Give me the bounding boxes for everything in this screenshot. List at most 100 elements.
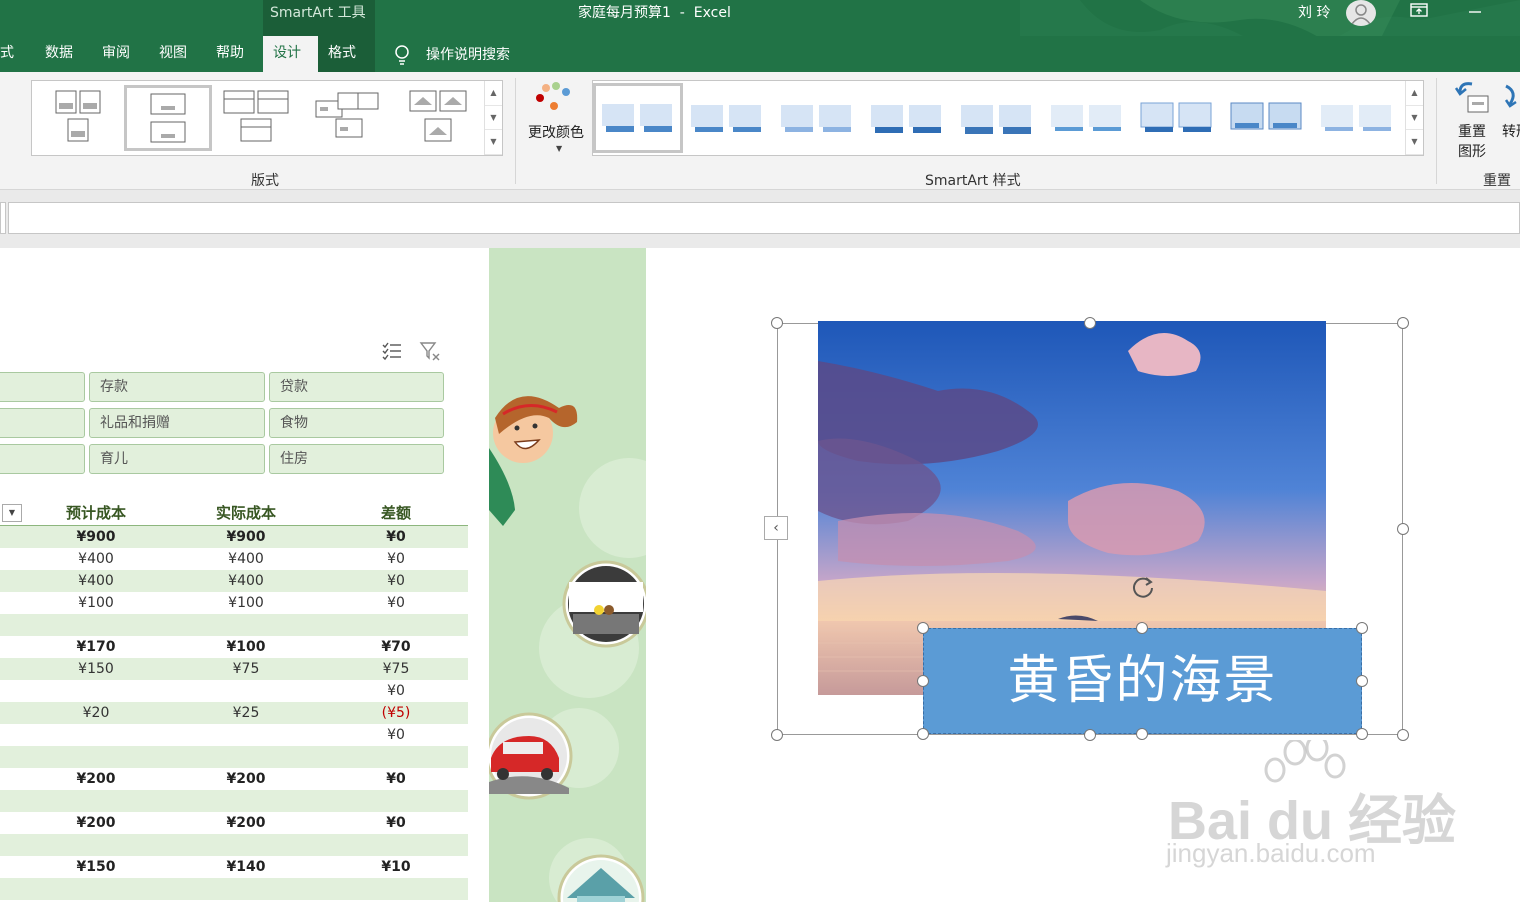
resize-handle[interactable] xyxy=(771,317,783,329)
cell-actual-cost[interactable]: ¥400 xyxy=(171,548,321,570)
cell-difference[interactable] xyxy=(321,746,471,768)
cell-estimated-cost[interactable] xyxy=(21,680,171,702)
rotate-handle-icon[interactable] xyxy=(1130,574,1156,600)
reset-graphic-button[interactable] xyxy=(1452,78,1492,122)
cell-estimated-cost[interactable]: ¥170 xyxy=(21,636,171,658)
slicer-item-housing[interactable]: 住房 xyxy=(269,444,444,474)
slicer-item-7[interactable] xyxy=(0,444,85,474)
style-thumbnail-7[interactable] xyxy=(1139,85,1219,151)
table-row[interactable] xyxy=(0,746,468,768)
cell-actual-cost[interactable]: ¥900 xyxy=(171,526,321,548)
table-row[interactable] xyxy=(0,790,468,812)
smartart-styles-gallery[interactable]: ▲ ▼ ▼ xyxy=(592,80,1424,156)
styles-gallery-scroll[interactable]: ▲ ▼ ▼ xyxy=(1405,81,1423,155)
layout-thumbnail-5[interactable] xyxy=(406,85,472,151)
shape-resize-handle[interactable] xyxy=(917,728,929,740)
cell-estimated-cost[interactable]: ¥150 xyxy=(21,658,171,680)
style-thumbnail-2[interactable] xyxy=(689,85,769,151)
tab-view[interactable]: 视图 xyxy=(149,36,197,72)
layout-thumbnail-1[interactable] xyxy=(50,85,106,151)
user-name[interactable]: 刘 玲 xyxy=(1298,2,1330,22)
cell-actual-cost[interactable] xyxy=(171,680,321,702)
cell-actual-cost[interactable]: ¥200 xyxy=(171,768,321,790)
resize-handle[interactable] xyxy=(1397,523,1409,535)
cell-actual-cost[interactable] xyxy=(171,746,321,768)
layout-thumbnail-4[interactable] xyxy=(314,85,384,151)
cell-estimated-cost[interactable]: ¥200 xyxy=(21,768,171,790)
scroll-down-icon[interactable]: ▼ xyxy=(1406,106,1423,131)
cell-actual-cost[interactable] xyxy=(171,614,321,636)
cell-actual-cost[interactable]: ¥140 xyxy=(171,856,321,878)
cell-difference[interactable]: ¥0 xyxy=(321,526,471,548)
cell-difference[interactable] xyxy=(321,878,471,900)
layouts-gallery[interactable]: ▲ ▼ ▼ xyxy=(31,80,503,156)
cell-difference[interactable]: ¥75 xyxy=(321,658,471,680)
style-thumbnail-8[interactable] xyxy=(1229,85,1309,151)
cell-estimated-cost[interactable] xyxy=(21,614,171,636)
shape-resize-handle[interactable] xyxy=(1356,622,1368,634)
cell-estimated-cost[interactable]: ¥400 xyxy=(21,570,171,592)
tab-design[interactable]: 设计 xyxy=(263,36,318,72)
cell-difference[interactable]: ¥0 xyxy=(321,680,471,702)
cell-difference[interactable]: ¥0 xyxy=(321,570,471,592)
cell-actual-cost[interactable] xyxy=(171,878,321,900)
cell-difference[interactable]: ¥0 xyxy=(321,768,471,790)
style-thumbnail-1-selected[interactable] xyxy=(593,83,683,153)
shape-resize-handle[interactable] xyxy=(1136,728,1148,740)
slicer-item-loans[interactable]: 贷款 xyxy=(269,372,444,402)
tab-review[interactable]: 审阅 xyxy=(92,36,140,72)
clear-filter-icon[interactable] xyxy=(419,340,441,362)
scroll-up-icon[interactable]: ▲ xyxy=(485,81,502,106)
convert-icon[interactable] xyxy=(1502,82,1520,122)
cell-difference[interactable] xyxy=(321,790,471,812)
layout-thumbnail-3[interactable] xyxy=(222,85,292,151)
scroll-up-icon[interactable]: ▲ xyxy=(1406,81,1423,106)
cell-actual-cost[interactable] xyxy=(171,834,321,856)
cell-estimated-cost[interactable]: ¥400 xyxy=(21,548,171,570)
change-colors-dropdown-icon[interactable]: ▼ xyxy=(556,144,562,153)
cell-actual-cost[interactable]: ¥400 xyxy=(171,570,321,592)
layout-thumbnail-2-selected[interactable] xyxy=(124,85,212,151)
cell-difference[interactable]: ¥0 xyxy=(321,724,471,746)
cell-estimated-cost[interactable]: ¥150 xyxy=(21,856,171,878)
worksheet[interactable]: 存款 贷款 礼品和捐赠 食物 育儿 住房 ▼ 预计成本 实际成本 差额 ¥900… xyxy=(0,248,1520,902)
formula-bar-input[interactable] xyxy=(8,202,1520,234)
slicer-item-1[interactable] xyxy=(0,372,85,402)
shape-resize-handle[interactable] xyxy=(917,675,929,687)
table-row[interactable]: ¥20 ¥25 (¥5) xyxy=(0,702,468,724)
header-estimated-cost[interactable]: 预计成本 xyxy=(21,502,171,523)
cell-estimated-cost[interactable] xyxy=(21,746,171,768)
cell-estimated-cost[interactable]: ¥200 xyxy=(21,812,171,834)
multi-select-icon[interactable] xyxy=(381,340,403,362)
text-pane-toggle-icon[interactable]: ‹ xyxy=(764,516,788,540)
more-icon[interactable]: ▼ xyxy=(1406,130,1423,155)
style-thumbnail-4[interactable] xyxy=(869,85,949,151)
resize-handle[interactable] xyxy=(771,729,783,741)
tab-format[interactable]: 格式 xyxy=(318,36,375,72)
minimize-icon[interactable] xyxy=(1460,2,1490,24)
table-row[interactable] xyxy=(0,878,468,900)
smartart-caption-shape[interactable]: 黄昏的海景 xyxy=(923,628,1362,734)
shape-resize-handle[interactable] xyxy=(1356,675,1368,687)
cell-actual-cost[interactable]: ¥75 xyxy=(171,658,321,680)
cell-actual-cost[interactable]: ¥200 xyxy=(171,812,321,834)
cell-difference[interactable]: ¥0 xyxy=(321,548,471,570)
cell-difference[interactable] xyxy=(321,614,471,636)
header-difference[interactable]: 差额 xyxy=(321,502,471,523)
cell-actual-cost[interactable] xyxy=(171,724,321,746)
ribbon-display-options-icon[interactable] xyxy=(1404,2,1434,24)
slicer-item-childcare[interactable]: 育儿 xyxy=(89,444,265,474)
table-row[interactable]: ¥170 ¥100 ¥70 xyxy=(0,636,468,658)
table-row[interactable]: ¥0 xyxy=(0,724,468,746)
table-row[interactable]: ¥900 ¥900 ¥0 xyxy=(0,526,468,548)
tab-help[interactable]: 帮助 xyxy=(206,36,254,72)
style-thumbnail-6[interactable] xyxy=(1049,85,1129,151)
cell-estimated-cost[interactable]: ¥20 xyxy=(21,702,171,724)
table-row[interactable] xyxy=(0,834,468,856)
name-box-edge[interactable] xyxy=(0,202,6,234)
table-row[interactable]: ¥0 xyxy=(0,680,468,702)
user-avatar-icon[interactable] xyxy=(1346,0,1376,26)
cell-estimated-cost[interactable] xyxy=(21,834,171,856)
cell-estimated-cost[interactable]: ¥900 xyxy=(21,526,171,548)
slicer-item-4[interactable] xyxy=(0,408,85,438)
